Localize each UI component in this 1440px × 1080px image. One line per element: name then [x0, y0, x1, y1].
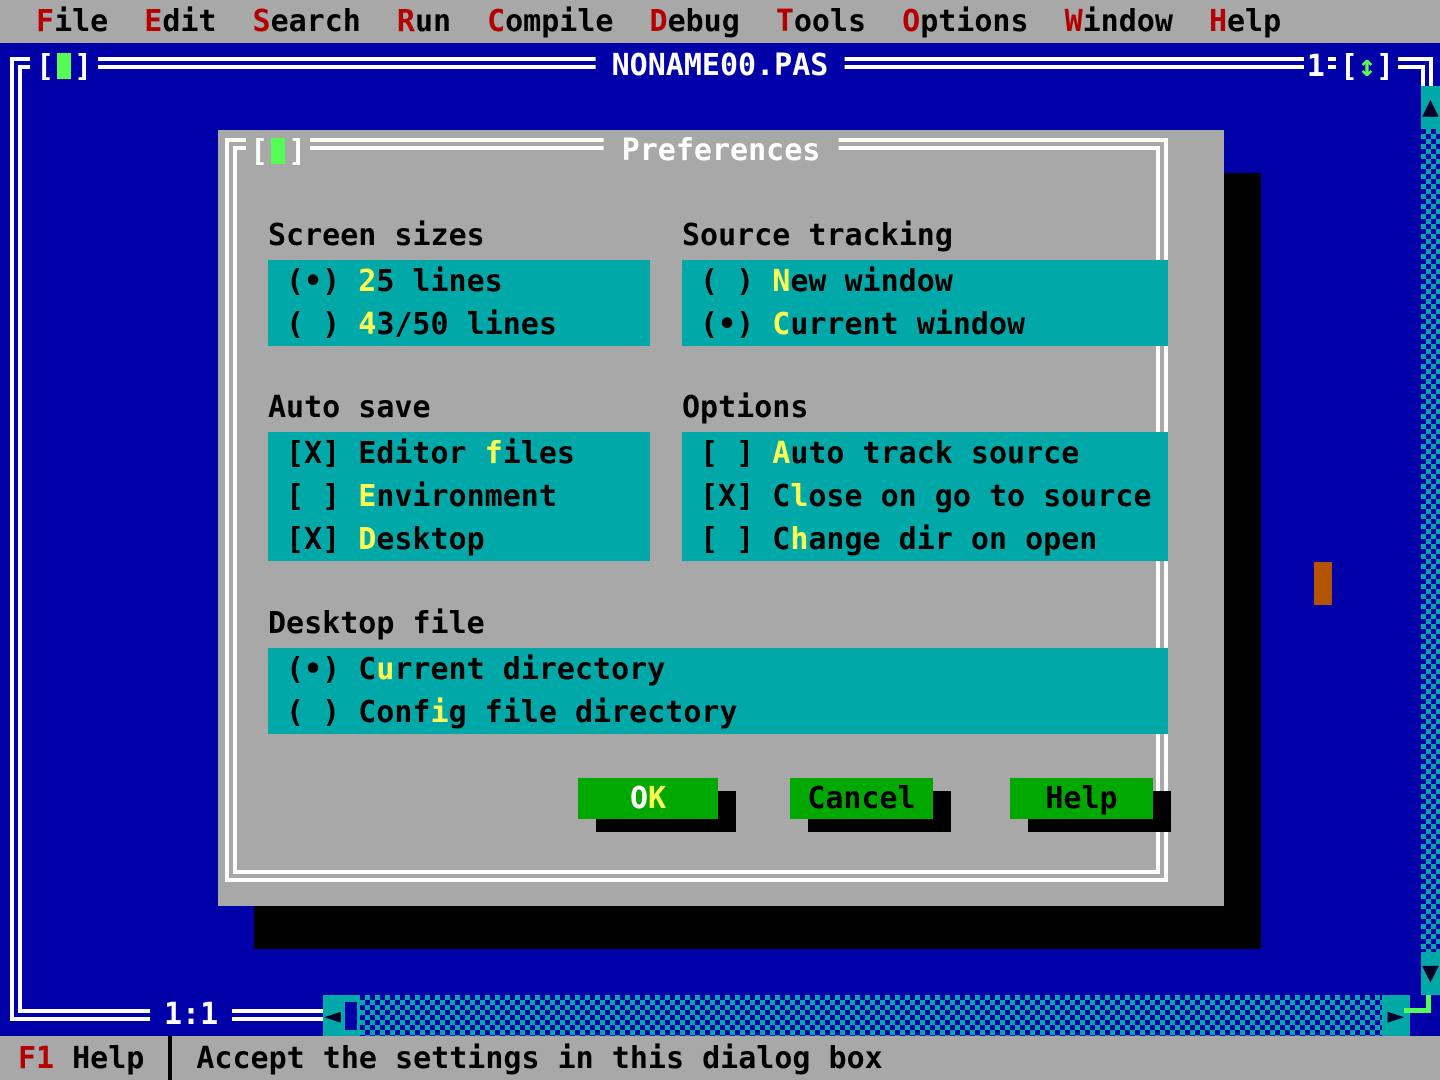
- desktop-file-group: (•) Current directory ( ) Config file di…: [268, 648, 1168, 734]
- dialog-title: Preferences: [604, 131, 839, 171]
- radio-current-window[interactable]: (•) Current window: [682, 303, 1168, 346]
- auto-save-group: [X] Editor files [ ] Environment [X] Des…: [268, 432, 650, 561]
- help-button-wrap: Help: [1010, 778, 1153, 819]
- window-controls: 1 [↕]: [1304, 47, 1398, 85]
- menu-item-compile[interactable]: Compile: [487, 4, 613, 39]
- menu-item-search[interactable]: Search: [253, 4, 361, 39]
- menu-item-debug[interactable]: Debug: [650, 4, 740, 39]
- radio-43-50-lines[interactable]: ( ) 43/50 lines: [268, 303, 650, 346]
- screen-sizes-label: Screen sizes: [268, 214, 485, 257]
- menu-item-edit[interactable]: Edit: [144, 4, 216, 39]
- horizontal-scrollbar-track[interactable]: [360, 995, 1382, 1037]
- radio-new-window[interactable]: ( ) New window: [682, 260, 1168, 303]
- statusbar-message: Accept the settings in this dialog box: [196, 1041, 882, 1076]
- menu-item-file[interactable]: File: [36, 4, 108, 39]
- scroll-down-icon[interactable]: ▼: [1421, 952, 1440, 995]
- corner-patch: [1406, 995, 1440, 1037]
- dialog-close-icon: [271, 138, 285, 164]
- radio-current-directory[interactable]: (•) Current directory: [268, 648, 1168, 691]
- source-tracking-label: Source tracking: [682, 214, 953, 257]
- window-zoom-icon: ↕: [1358, 49, 1376, 84]
- cancel-button-wrap: Cancel: [790, 778, 933, 819]
- menu-item-tools[interactable]: Tools: [776, 4, 866, 39]
- window-zoom-button[interactable]: [↕]: [1336, 49, 1398, 84]
- window-close-icon: [57, 53, 71, 79]
- menu-item-help[interactable]: Help: [1209, 4, 1281, 39]
- menu-item-run[interactable]: Run: [397, 4, 451, 39]
- statusbar-divider: [168, 1036, 172, 1080]
- menu-bar: File Edit Search Run Compile Debug Tools…: [0, 0, 1440, 43]
- preferences-dialog: [] Preferences Screen sizes (•) 25 lines…: [218, 130, 1224, 906]
- radio-config-file-directory[interactable]: ( ) Config file directory: [268, 691, 1168, 734]
- window-number: 1: [1304, 49, 1328, 84]
- options-group: [ ] Auto track source [X] Close on go to…: [682, 432, 1168, 561]
- window-title: NONAME00.PAS: [596, 47, 845, 85]
- vertical-scrollbar[interactable]: ▲ ▼: [1421, 86, 1440, 995]
- cancel-button[interactable]: Cancel: [790, 778, 933, 819]
- source-tracking-group: ( ) New window (•) Current window: [682, 260, 1168, 346]
- status-bar: F1 Help Accept the settings in this dial…: [0, 1036, 1440, 1080]
- checkbox-editor-files[interactable]: [X] Editor files: [268, 432, 650, 475]
- scroll-left-icon[interactable]: ◄: [323, 995, 342, 1037]
- ok-button-wrap: OK: [578, 778, 718, 819]
- horizontal-scrollbar[interactable]: ◄ ►: [323, 995, 1410, 1037]
- checkbox-desktop[interactable]: [X] Desktop: [268, 518, 650, 561]
- ide-screen: File Edit Search Run Compile Debug Tools…: [0, 0, 1440, 1080]
- scroll-up-icon[interactable]: ▲: [1421, 86, 1440, 129]
- resize-corner-icon[interactable]: [1426, 995, 1431, 1013]
- desktop-file-label: Desktop file: [268, 602, 485, 645]
- help-button[interactable]: Help: [1010, 778, 1153, 819]
- radio-25-lines[interactable]: (•) 25 lines: [268, 260, 650, 303]
- auto-save-label: Auto save: [268, 386, 431, 429]
- vertical-scrollbar-track[interactable]: [1421, 129, 1440, 952]
- screen-sizes-group: (•) 25 lines ( ) 43/50 lines: [268, 260, 650, 346]
- options-label: Options: [682, 386, 808, 429]
- cursor-position-indicator: 1:1: [150, 993, 232, 1037]
- h-scrollbar-thumb[interactable]: [342, 995, 360, 1037]
- ok-button[interactable]: OK: [578, 778, 718, 819]
- statusbar-f1-label[interactable]: Help: [72, 1041, 144, 1076]
- checkbox-close-on-go-to-source[interactable]: [X] Close on go to source: [682, 475, 1168, 518]
- checkbox-auto-track-source[interactable]: [ ] Auto track source: [682, 432, 1168, 475]
- checkbox-environment[interactable]: [ ] Environment: [268, 475, 650, 518]
- dialog-close-button[interactable]: []: [246, 131, 310, 171]
- checkbox-change-dir-on-open[interactable]: [ ] Change dir on open: [682, 518, 1168, 561]
- mouse-block: [1314, 562, 1332, 605]
- menu-item-options[interactable]: Options: [902, 4, 1028, 39]
- menu-item-window[interactable]: Window: [1065, 4, 1173, 39]
- window-close-button[interactable]: []: [30, 47, 98, 85]
- scroll-right-icon[interactable]: ►: [1382, 995, 1410, 1037]
- statusbar-f1-key[interactable]: F1: [18, 1041, 54, 1076]
